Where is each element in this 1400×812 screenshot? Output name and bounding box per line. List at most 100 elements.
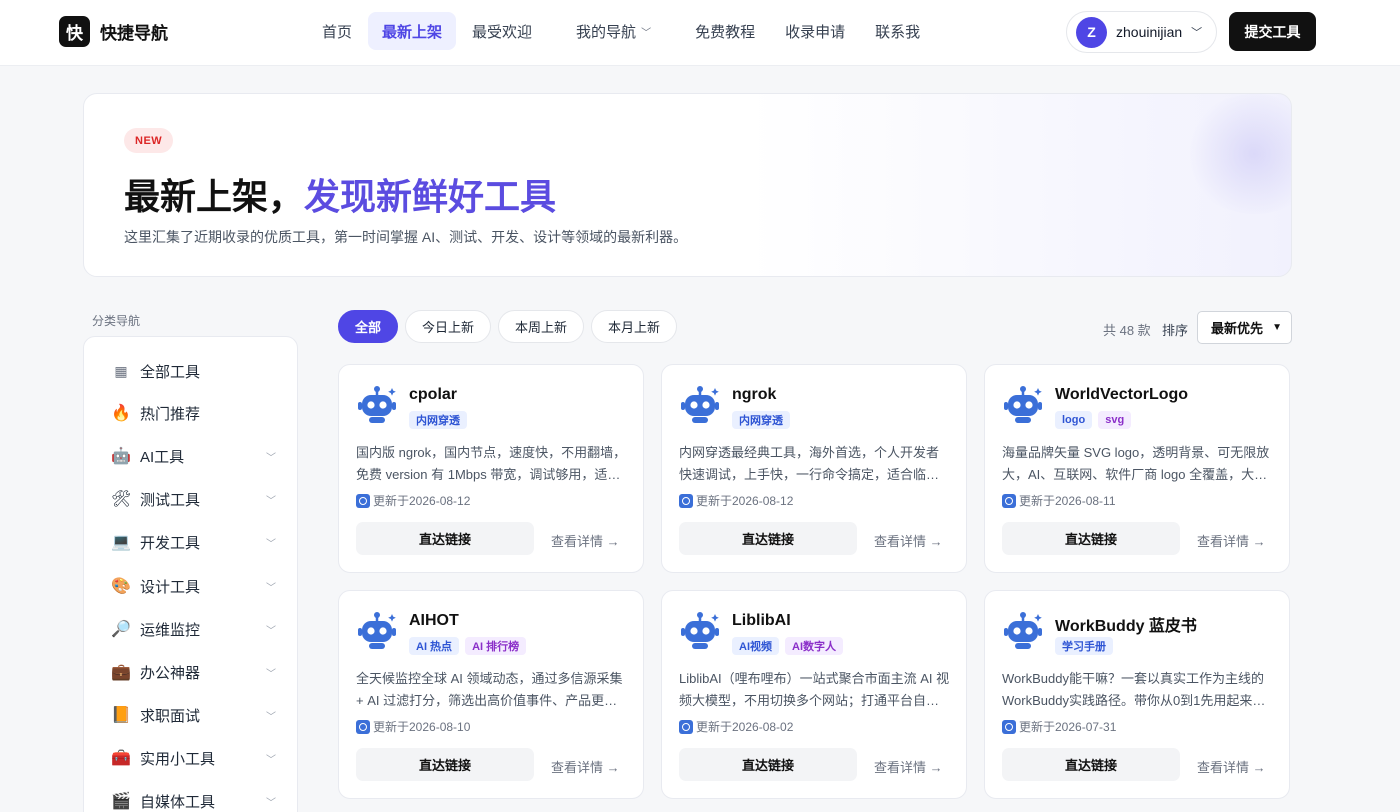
update-date: 更新于2026-07-31	[1019, 720, 1117, 734]
filter-chip[interactable]: 今日上新	[405, 310, 492, 343]
tool-count: 共 48 款	[1103, 323, 1151, 338]
robot-icon	[356, 611, 398, 651]
tool-tags: AI 热点 AI 排行榜	[409, 637, 527, 655]
update-info: 更新于2026-08-12	[679, 492, 793, 509]
direct-link-button[interactable]: 直达链接	[356, 748, 534, 781]
filter-chip[interactable]: 本月上新	[591, 310, 678, 343]
hero-glow	[1184, 94, 1291, 214]
update-info: 更新于2026-08-11	[1002, 492, 1116, 509]
direct-link-button[interactable]: 直达链接	[679, 748, 857, 781]
tool-name[interactable]: AIHOT	[409, 612, 459, 630]
sidebar-item[interactable]: 🛠 测试工具 ﹀	[111, 487, 276, 511]
tool-tag[interactable]: AI数字人	[785, 637, 843, 655]
hero-title-prefix: 最新上架，	[124, 176, 305, 217]
nav-item[interactable]: 收录申请	[771, 12, 859, 50]
sort-value: 最新优先	[1211, 321, 1264, 336]
sidebar-item[interactable]: 🎨 设计工具 ﹀	[111, 574, 276, 598]
tool-tags: logo svg	[1055, 411, 1132, 429]
tool-tag[interactable]: AI视频	[732, 637, 779, 655]
tool-tag[interactable]: svg	[1098, 411, 1132, 429]
nav-item-label: 最新上架	[382, 23, 443, 41]
sidebar-item-label: 实用小工具	[140, 750, 216, 768]
tool-tags: AI视频 AI数字人	[732, 637, 843, 655]
submit-tool-button[interactable]: 提交工具	[1229, 12, 1316, 51]
sidebar-item[interactable]: 📙 求职面试 ﹀	[111, 703, 276, 727]
sidebar-item[interactable]: 🎬 自媒体工具 ﹀	[111, 789, 276, 812]
update-date: 更新于2026-08-12	[696, 494, 794, 508]
direct-link-button[interactable]: 直达链接	[356, 522, 534, 555]
direct-link-button[interactable]: 直达链接	[1002, 748, 1180, 781]
nav-item[interactable]: 最新上架	[368, 12, 457, 50]
filter-chip[interactable]: 全部	[338, 310, 399, 343]
tool-tag[interactable]: logo	[1055, 411, 1093, 429]
tool-card[interactable]: ngrok 内网穿透 内网穿透最经典工具，海外首选，个人开发者快速调试，上手快，一行…	[661, 364, 967, 573]
nav-item[interactable]: 联系我	[861, 12, 934, 50]
tool-tag[interactable]: 学习手册	[1055, 637, 1113, 655]
view-details-link[interactable]: 查看详情 →	[1197, 531, 1266, 550]
tool-tag[interactable]: AI 热点	[409, 637, 460, 655]
toolbox-icon: 🧰	[111, 750, 131, 767]
view-details-link[interactable]: 查看详情 →	[551, 757, 620, 776]
tool-card[interactable]: AIHOT AI 热点 AI 排行榜 全天候监控全球 AI 领域动态，通过多信源采集 …	[338, 590, 644, 799]
tool-name[interactable]: ngrok	[732, 386, 776, 404]
sidebar-item[interactable]: 🤖 AI工具 ﹀	[111, 444, 276, 468]
tool-card[interactable]: LiblibAI AI视频 AI数字人 LiblibAI（哩布哩布）一站式聚合市面主流…	[661, 590, 967, 799]
sidebar-item[interactable]: 🧰 实用小工具 ﹀	[111, 746, 276, 770]
sort-select[interactable]: 最新优先 ▼	[1197, 311, 1292, 344]
tool-card[interactable]: cpolar 内网穿透 国内版 ngrok，国内节点，速度快，不用翻墙，免费 ver…	[338, 364, 644, 573]
tool-tag[interactable]: 内网穿透	[409, 411, 467, 429]
direct-link-button[interactable]: 直达链接	[1002, 522, 1180, 555]
view-details-link[interactable]: 查看详情 →	[1197, 757, 1266, 776]
sidebar-item[interactable]: ▦ 全部工具	[111, 359, 276, 383]
sidebar-item-label: 自媒体工具	[140, 793, 216, 811]
chevron-down-icon: ﹀	[641, 27, 652, 39]
page-title: 最新上架，发现新鲜好工具	[124, 168, 556, 220]
tool-tag[interactable]: AI 排行榜	[465, 637, 527, 655]
tool-description: LiblibAI（哩布哩布）一站式聚合市面主流 AI 视频大模型，不用切换多个网…	[679, 671, 950, 708]
sidebar-item-label: 开发工具	[140, 534, 201, 552]
hero-title-accent: 发现新鲜好工具	[304, 176, 557, 217]
direct-link-button[interactable]: 直达链接	[679, 522, 857, 555]
sidebar-item-label: 测试工具	[140, 491, 201, 509]
update-date: 更新于2026-08-12	[373, 494, 471, 508]
new-badge: NEW	[124, 128, 174, 153]
tool-name[interactable]: cpolar	[409, 386, 457, 404]
nav-item[interactable]: 首页	[308, 12, 366, 50]
tool-card[interactable]: WorkBuddy 蓝皮书 学习手册 WorkBuddy能干嘛？一套以真实工作为主线…	[984, 590, 1290, 799]
refresh-icon	[679, 719, 693, 734]
nav-item-label: 收录申请	[785, 23, 846, 41]
tool-name[interactable]: LiblibAI	[732, 612, 791, 630]
sidebar-item[interactable]: 🔎 运维监控 ﹀	[111, 617, 276, 641]
brand-logo[interactable]: 快 快捷导航	[59, 16, 168, 47]
clapper-icon: 🎬	[111, 793, 131, 810]
user-menu[interactable]: Z zhouinijian ﹀	[1066, 11, 1217, 53]
brand-mark: 快	[59, 16, 90, 47]
palette-icon: 🎨	[111, 578, 131, 595]
sidebar-item[interactable]: 💼 办公神器 ﹀	[111, 660, 276, 684]
refresh-icon	[1002, 493, 1016, 508]
book-icon: 📙	[111, 707, 131, 724]
chevron-down-icon: ﹀	[266, 538, 276, 550]
view-details-link[interactable]: 查看详情 →	[874, 531, 943, 550]
tool-name[interactable]: WorkBuddy 蓝皮书	[1055, 612, 1197, 636]
sidebar-item[interactable]: 🔥 热门推荐	[111, 401, 276, 425]
briefcase-icon: 💼	[111, 664, 131, 681]
filter-chip[interactable]: 本周上新	[498, 310, 585, 343]
view-details-link[interactable]: 查看详情 →	[874, 757, 943, 776]
robot-icon: 🤖	[111, 448, 131, 465]
nav-item[interactable]: 免费教程	[681, 12, 769, 50]
hero-banner: NEW 最新上架，发现新鲜好工具 这里汇集了近期收录的优质工具，第一时间掌握 A…	[83, 93, 1292, 277]
chevron-down-icon: ﹀	[266, 495, 276, 507]
nav-item-label: 联系我	[875, 23, 921, 41]
nav-item[interactable]: 我的导航 ﹀	[562, 12, 665, 50]
tool-card[interactable]: WorldVectorLogo logo svg 海量品牌矢量 SVG logo，透明…	[984, 364, 1290, 573]
nav-item-label: 免费教程	[695, 23, 756, 41]
tool-tag[interactable]: 内网穿透	[732, 411, 790, 429]
view-details-link[interactable]: 查看详情 →	[551, 531, 620, 550]
refresh-icon	[356, 493, 370, 508]
robot-icon	[356, 385, 398, 425]
sidebar-item[interactable]: 💻 开发工具 ﹀	[111, 530, 276, 554]
tool-name[interactable]: WorldVectorLogo	[1055, 386, 1188, 404]
sidebar-item-label: 热门推荐	[140, 405, 201, 423]
nav-item[interactable]: 最受欢迎	[458, 12, 546, 50]
